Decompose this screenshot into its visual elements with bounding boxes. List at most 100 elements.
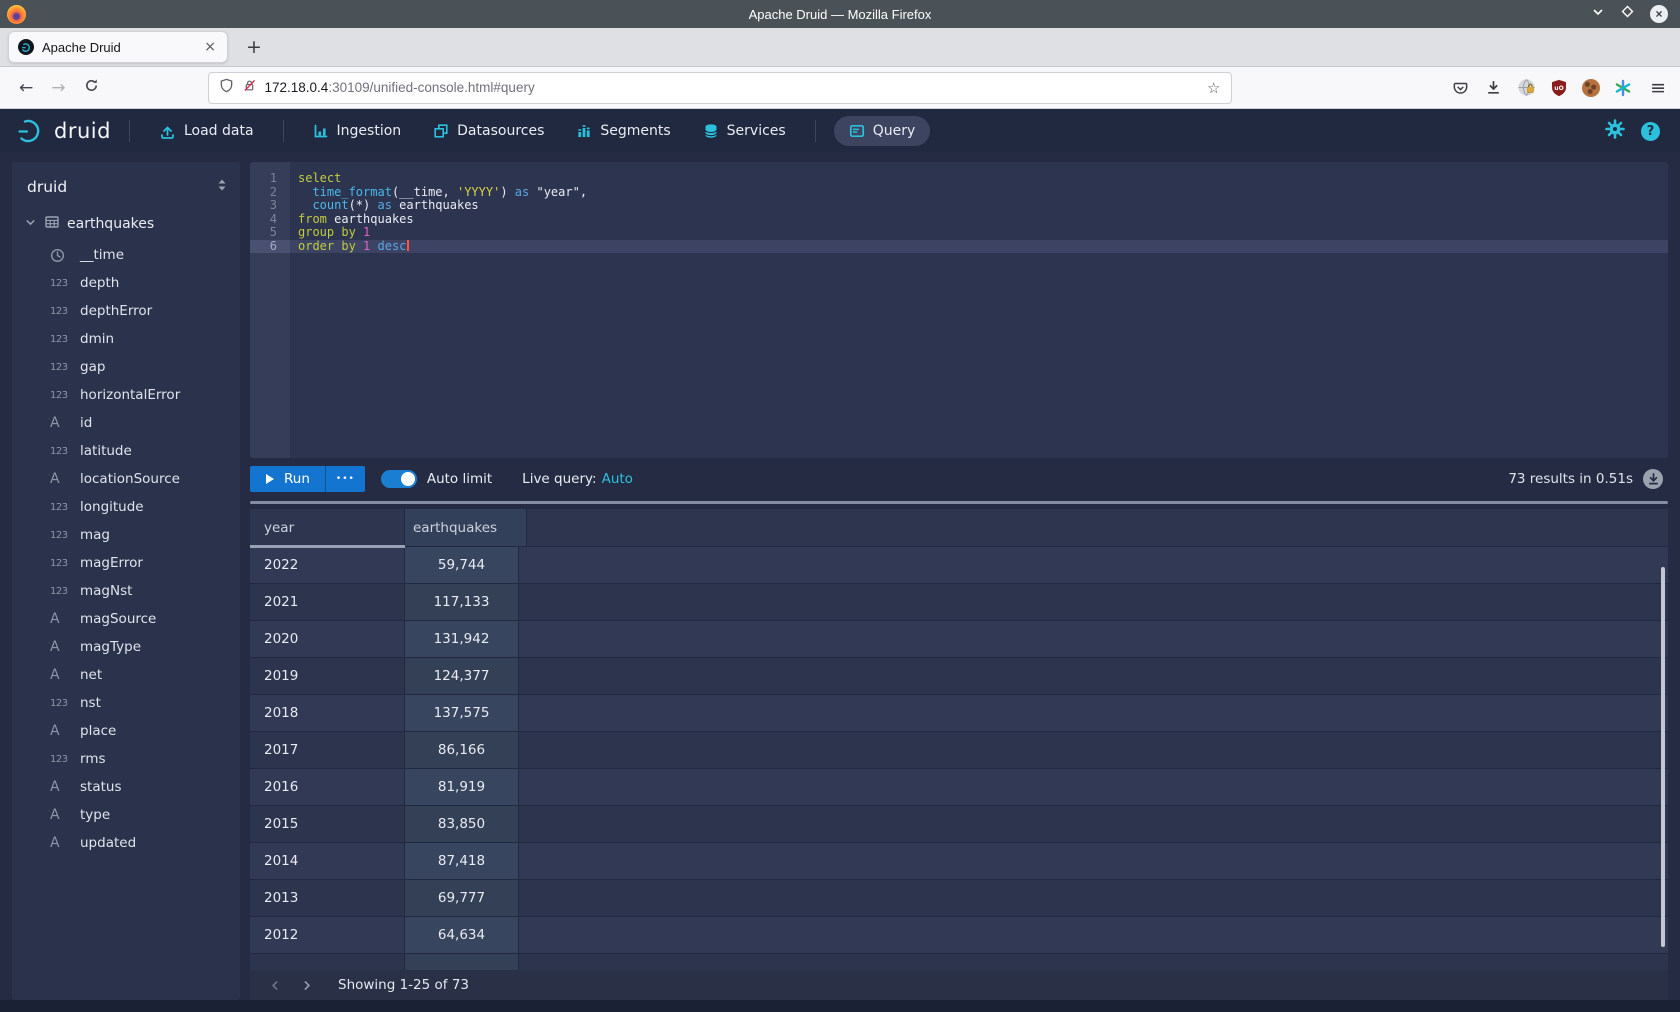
nav-services[interactable]: Services — [692, 116, 797, 146]
cookie-icon[interactable] — [1582, 79, 1600, 97]
code-line[interactable]: select — [290, 172, 1668, 186]
cell-earthquakes[interactable]: 64,634 — [405, 917, 519, 953]
nav-datasources[interactable]: Datasources — [422, 116, 555, 146]
sidebar-column-longitude[interactable]: 123longitude — [12, 493, 240, 521]
table-row[interactable]: 201681,919 — [250, 769, 1668, 806]
column-header-earthquakes[interactable]: earthquakes — [405, 509, 527, 546]
tab-close-icon[interactable]: × — [202, 39, 218, 55]
cell-earthquakes[interactable]: 86,166 — [405, 732, 519, 768]
sidebar-column-nst[interactable]: 123nst — [12, 689, 240, 717]
download-results-icon[interactable] — [1643, 469, 1663, 489]
extension-asterisk-icon[interactable] — [1613, 78, 1633, 98]
cell-earthquakes[interactable]: 124,377 — [405, 658, 519, 694]
code-line[interactable]: from earthquakes — [290, 213, 1668, 227]
table-row[interactable]: 201487,418 — [250, 843, 1668, 880]
cell-year[interactable]: 2016 — [250, 769, 405, 805]
nav-ingestion[interactable]: Ingestion — [302, 116, 413, 146]
browser-tab[interactable]: Apache Druid × — [8, 31, 228, 63]
sidebar-column-depthError[interactable]: 123depthError — [12, 297, 240, 325]
table-row[interactable]: 201264,634 — [250, 917, 1668, 954]
ublock-origin-icon[interactable]: uO — [1549, 78, 1569, 98]
cell-year[interactable]: 2014 — [250, 843, 405, 879]
editor-code[interactable]: select time_format(__time, 'YYYY') as "y… — [290, 162, 1668, 458]
cell-earthquakes[interactable]: 137,575 — [405, 695, 519, 731]
back-button[interactable]: ← — [10, 74, 42, 102]
sidebar-column-type[interactable]: Atype — [12, 801, 240, 829]
cell-earthquakes[interactable]: 117,133 — [405, 584, 519, 620]
live-query-label[interactable]: Live query:Auto — [522, 471, 633, 487]
extension-globe-lock-icon[interactable] — [1516, 78, 1536, 98]
sidebar-column-gap[interactable]: 123gap — [12, 353, 240, 381]
sidebar-column-updated[interactable]: Aupdated — [12, 829, 240, 857]
cell-year[interactable]: 2012 — [250, 917, 405, 953]
sidebar-column-rms[interactable]: 123rms — [12, 745, 240, 773]
sidebar-column-__time[interactable]: __time — [12, 241, 240, 269]
forward-button[interactable]: → — [42, 74, 74, 102]
url-text[interactable]: 172.18.0.4:30109/unified-console.html#qu… — [265, 80, 535, 95]
sort-toggle-icon[interactable] — [216, 177, 228, 197]
window-maximize-icon[interactable] — [1621, 5, 1634, 23]
cell-year[interactable]: 2015 — [250, 806, 405, 842]
live-query-value[interactable]: Auto — [602, 471, 633, 487]
table-row[interactable]: 201583,850 — [250, 806, 1668, 843]
sidebar-column-mag[interactable]: 123mag — [12, 521, 240, 549]
table-row[interactable]: 2021117,133 — [250, 584, 1668, 621]
cell-earthquakes[interactable]: 69,777 — [405, 880, 519, 916]
cell-earthquakes[interactable]: 131,942 — [405, 621, 519, 657]
cell-year[interactable]: 2018 — [250, 695, 405, 731]
lock-insecure-icon[interactable] — [242, 78, 257, 97]
cell-year[interactable]: 2013 — [250, 880, 405, 916]
druid-logo[interactable]: druid — [16, 118, 111, 144]
run-more-button[interactable]: ••• — [325, 466, 365, 492]
sidebar-table-earthquakes[interactable]: earthquakes — [12, 207, 240, 241]
code-line[interactable]: time_format(__time, 'YYYY') as "year", — [290, 186, 1668, 200]
table-row[interactable]: 2018137,575 — [250, 695, 1668, 732]
sidebar-column-place[interactable]: Aplace — [12, 717, 240, 745]
menu-icon[interactable]: ≡ — [1650, 77, 1666, 99]
cell-year[interactable]: 2020 — [250, 621, 405, 657]
chevron-down-icon[interactable] — [24, 216, 37, 233]
cell-year[interactable]: 2019 — [250, 658, 405, 694]
panel-resize-handle[interactable] — [250, 501, 1668, 504]
cell-earthquakes[interactable]: 59,744 — [405, 547, 519, 583]
sidebar-column-latitude[interactable]: 123latitude — [12, 437, 240, 465]
help-icon[interactable]: ? — [1641, 122, 1660, 141]
sql-editor[interactable]: 123456 select time_format(__time, 'YYYY'… — [250, 162, 1668, 458]
cell-earthquakes[interactable]: 87,418 — [405, 843, 519, 879]
shield-icon[interactable] — [219, 78, 234, 97]
new-tab-button[interactable]: + — [238, 34, 270, 60]
sidebar-column-net[interactable]: Anet — [12, 661, 240, 689]
window-close-icon[interactable]: × — [1650, 5, 1668, 23]
column-header-year[interactable]: year — [250, 509, 405, 546]
run-button[interactable]: Run — [250, 466, 325, 492]
bookmark-star-icon[interactable]: ☆ — [1207, 79, 1220, 97]
table-row[interactable]: 201369,777 — [250, 880, 1668, 917]
sidebar-column-magNst[interactable]: 123magNst — [12, 577, 240, 605]
reload-icon[interactable] — [75, 74, 108, 102]
cell-year[interactable]: 2022 — [250, 547, 405, 583]
cell-year[interactable]: 2017 — [250, 732, 405, 768]
sidebar-column-magType[interactable]: AmagType — [12, 633, 240, 661]
code-line[interactable]: count(*) as earthquakes — [290, 199, 1668, 213]
window-minimize-icon[interactable] — [1591, 5, 1605, 24]
auto-limit-toggle[interactable] — [381, 470, 417, 488]
cell-earthquakes[interactable]: 83,850 — [405, 806, 519, 842]
sidebar-column-dmin[interactable]: 123dmin — [12, 325, 240, 353]
table-row[interactable]: 2020131,942 — [250, 621, 1668, 658]
url-bar[interactable]: 172.18.0.4:30109/unified-console.html#qu… — [208, 72, 1232, 104]
table-row[interactable]: 2019124,377 — [250, 658, 1668, 695]
sidebar-column-id[interactable]: Aid — [12, 409, 240, 437]
schema-selector[interactable]: druid — [12, 162, 240, 207]
table-row[interactable]: 201786,166 — [250, 732, 1668, 769]
cell-earthquakes[interactable]: 81,919 — [405, 769, 519, 805]
nav-load-data[interactable]: Load data — [148, 116, 265, 147]
code-line[interactable]: group by 1 — [290, 226, 1668, 240]
sidebar-column-horizontalError[interactable]: 123horizontalError — [12, 381, 240, 409]
sidebar-column-depth[interactable]: 123depth — [12, 269, 240, 297]
nav-segments[interactable]: Segments — [565, 116, 681, 146]
sidebar-column-magSource[interactable]: AmagSource — [12, 605, 240, 633]
nav-query[interactable]: Query — [834, 116, 931, 146]
code-line[interactable]: order by 1 desc — [290, 240, 1668, 254]
sidebar-column-magError[interactable]: 123magError — [12, 549, 240, 577]
table-row[interactable]: 202259,744 — [250, 547, 1668, 584]
